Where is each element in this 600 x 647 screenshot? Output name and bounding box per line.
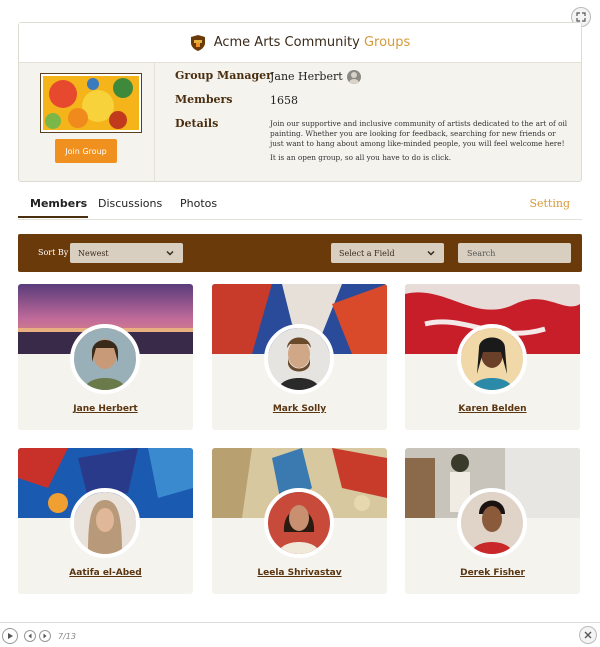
page-indicator: 7/13 <box>58 632 76 641</box>
manager-label: Group Manager <box>175 69 272 82</box>
sort-select[interactable]: Newest <box>70 243 183 263</box>
filter-bar: Sort By Newest Select a Field Search <box>18 234 582 272</box>
player-bar: 7/13 <box>0 622 600 647</box>
setting-link[interactable]: Setting <box>529 197 570 210</box>
join-group-button[interactable]: Join Group <box>55 139 117 163</box>
next-button[interactable] <box>39 630 51 642</box>
member-card[interactable]: Aatifa el-Abed <box>18 448 193 594</box>
tab-photos[interactable]: Photos <box>180 197 217 210</box>
close-button[interactable] <box>579 626 597 644</box>
members-count: 1658 <box>270 94 298 107</box>
member-name-link[interactable]: Karen Belden <box>405 404 580 414</box>
member-name-link[interactable]: Leela Shrivastav <box>212 568 387 578</box>
details-paragraph: It is an open group, so all you have to … <box>270 153 452 162</box>
chevron-down-icon <box>166 250 174 256</box>
manager-name[interactable]: Jane Herbert <box>270 70 343 83</box>
shield-logo-icon <box>190 34 205 51</box>
active-tab-indicator <box>18 216 88 218</box>
group-header: Acme Arts Community Groups <box>19 23 581 63</box>
member-card[interactable]: Mark Solly <box>212 284 387 430</box>
group-thumbnail <box>40 73 142 133</box>
play-icon <box>8 633 13 639</box>
app-window: Acme Arts Community Groups Join Group Gr… <box>0 0 600 647</box>
avatar <box>264 324 334 394</box>
tab-bar: Members Discussions Photos Setting <box>18 190 582 220</box>
painting-image <box>43 76 139 130</box>
group-info-card: Acme Arts Community Groups Join Group Gr… <box>18 22 582 182</box>
avatar <box>70 488 140 558</box>
member-name-link[interactable]: Aatifa el-Abed <box>18 568 193 578</box>
expand-icon <box>576 12 586 22</box>
members-label: Members <box>175 93 233 106</box>
field-select-value: Select a Field <box>339 248 395 258</box>
prev-icon <box>28 633 32 639</box>
manager-avatar[interactable] <box>346 70 361 84</box>
close-icon <box>584 631 592 639</box>
tab-discussions[interactable]: Discussions <box>98 197 162 210</box>
search-placeholder: Search <box>467 248 496 258</box>
avatar <box>457 324 527 394</box>
page-title: Acme Arts Community Groups <box>213 35 411 50</box>
details-text: Join our supportive and inclusive commun… <box>270 119 570 163</box>
chevron-down-icon <box>427 250 435 256</box>
next-icon <box>43 633 47 639</box>
member-card[interactable]: Jane Herbert <box>18 284 193 430</box>
group-thumbnail-column: Join Group <box>19 63 155 181</box>
member-name-link[interactable]: Derek Fisher <box>405 568 580 578</box>
manager-value: Jane Herbert <box>270 70 361 84</box>
sort-select-value: Newest <box>78 248 109 258</box>
play-button[interactable] <box>2 628 18 644</box>
avatar <box>264 488 334 558</box>
field-select[interactable]: Select a Field <box>331 243 444 263</box>
details-paragraph: Join our supportive and inclusive commun… <box>270 119 568 148</box>
member-name-link[interactable]: Mark Solly <box>212 404 387 414</box>
member-card[interactable]: Karen Belden <box>405 284 580 430</box>
avatar <box>70 324 140 394</box>
member-card[interactable]: Leela Shrivastav <box>212 448 387 594</box>
prev-button[interactable] <box>24 630 36 642</box>
search-input[interactable]: Search <box>458 243 571 263</box>
member-card[interactable]: Derek Fisher <box>405 448 580 594</box>
avatar <box>457 488 527 558</box>
details-label: Details <box>175 117 219 130</box>
member-name-link[interactable]: Jane Herbert <box>18 404 193 414</box>
sort-by-label: Sort By <box>38 248 69 257</box>
tab-members[interactable]: Members <box>30 197 87 210</box>
